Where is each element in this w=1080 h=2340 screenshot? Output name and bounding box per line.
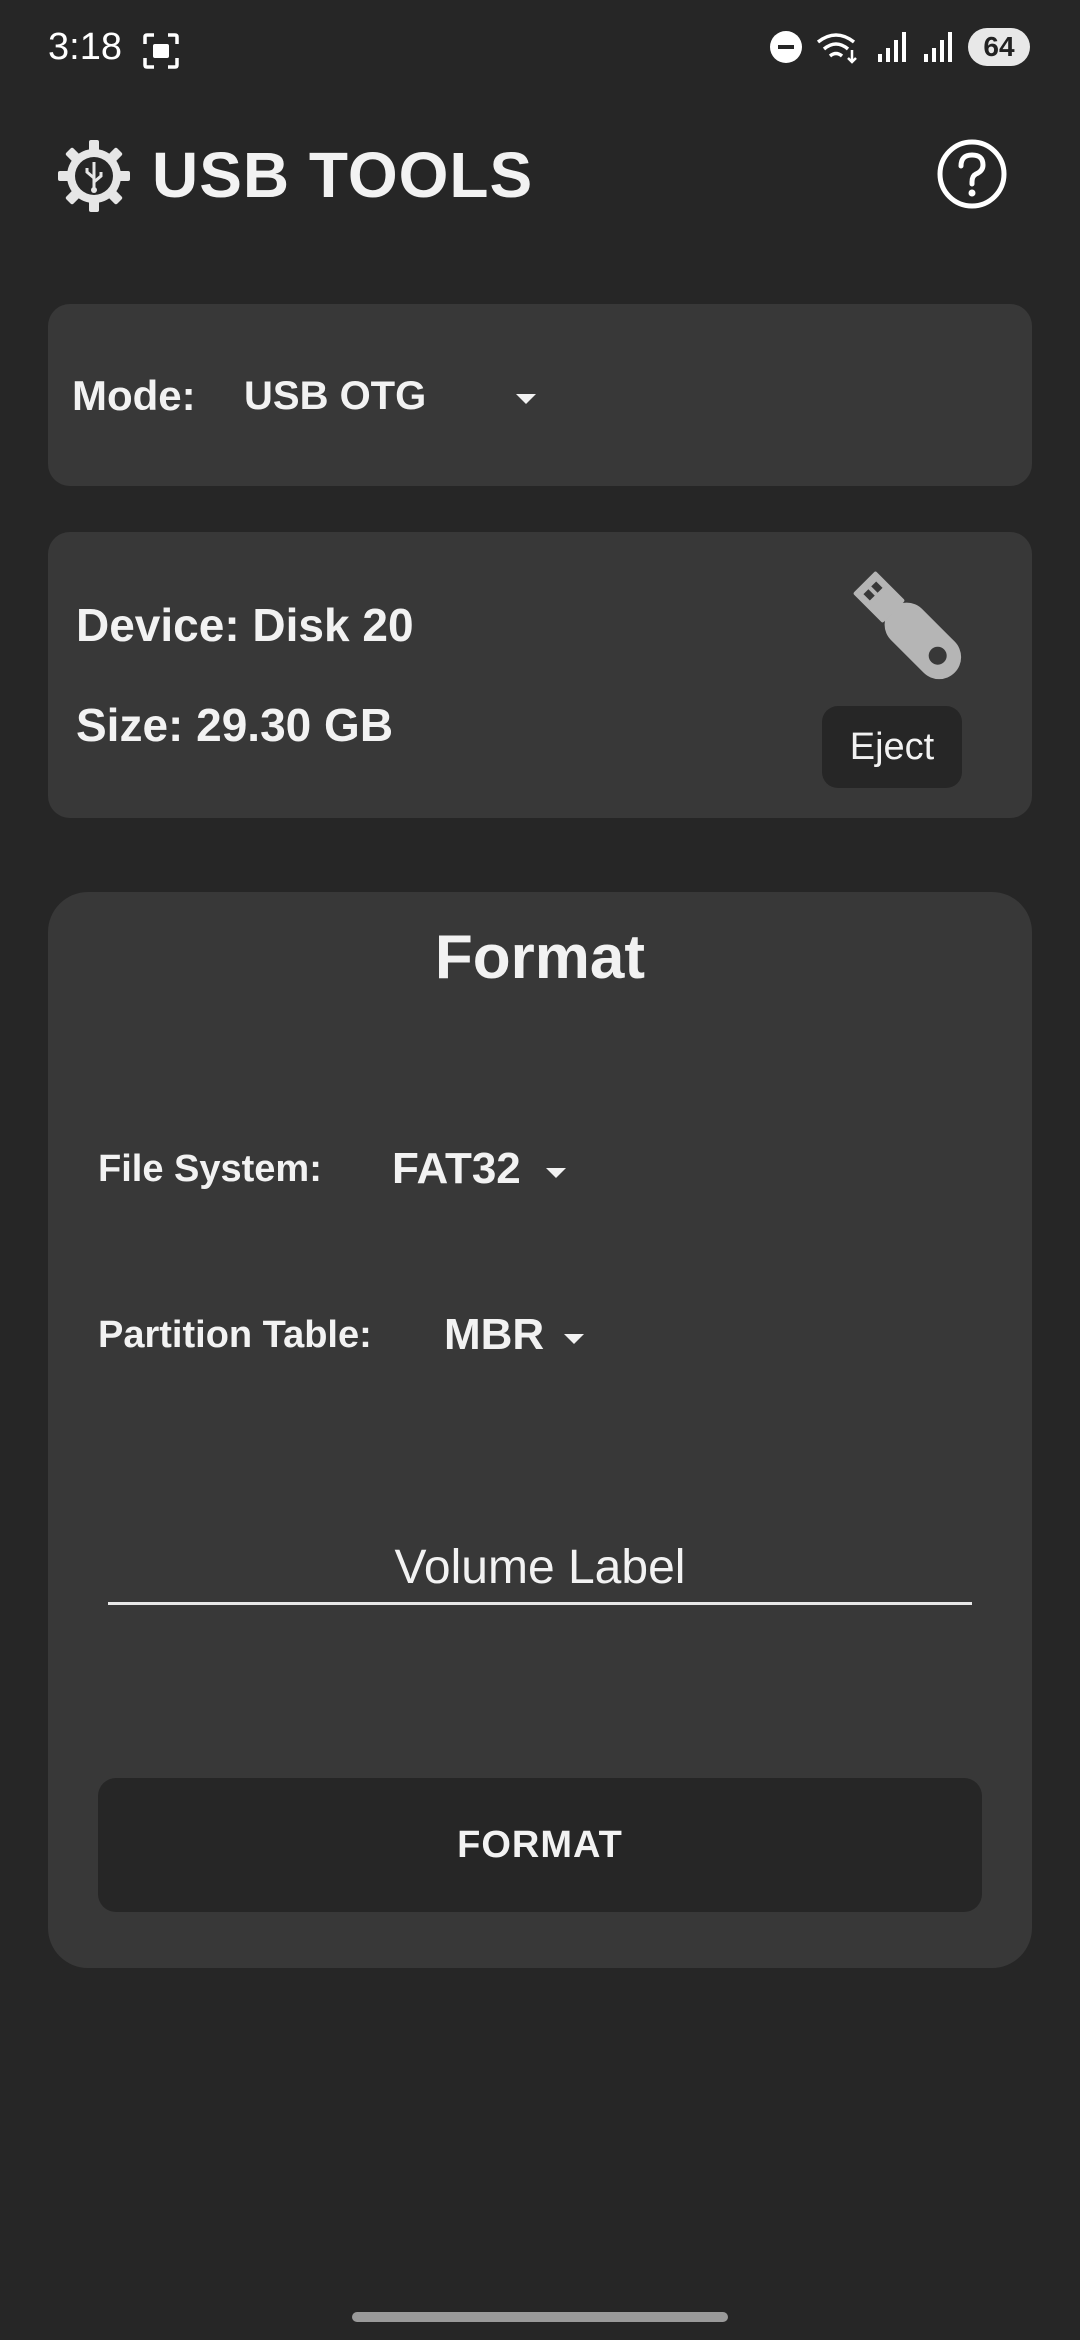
- eject-button[interactable]: Eject: [822, 706, 962, 788]
- do-not-disturb-icon: [770, 31, 802, 63]
- partition-table-label: Partition Table:: [98, 1314, 372, 1356]
- status-bar: 3:18 64: [0, 0, 1080, 100]
- file-system-label: File System:: [98, 1148, 322, 1190]
- status-icons: 64: [770, 28, 1030, 66]
- format-button[interactable]: FORMAT: [98, 1778, 982, 1912]
- device-card: Device: Disk 20 Size: 29.30 GB Eject: [48, 532, 1032, 818]
- mode-label: Mode:: [72, 372, 196, 419]
- file-system-dropdown[interactable]: FAT32: [392, 1144, 521, 1194]
- home-indicator[interactable]: [352, 2312, 728, 2322]
- mode-dropdown[interactable]: USB OTG: [244, 374, 426, 419]
- wifi-icon: [816, 33, 857, 64]
- chevron-down-icon[interactable]: [546, 1168, 566, 1178]
- usb-drive-icon: [853, 571, 962, 680]
- signal-icon: [878, 32, 906, 62]
- format-title: Format: [434, 923, 646, 992]
- volume-label-input[interactable]: [108, 1532, 972, 1605]
- status-time: 3:18: [48, 26, 122, 68]
- device-size: Size: 29.30 GB: [76, 699, 394, 751]
- partition-table-dropdown[interactable]: MBR: [444, 1310, 544, 1360]
- usb-gear-icon: [58, 140, 130, 212]
- help-circle-icon[interactable]: [936, 138, 1008, 210]
- signal-icon: [924, 32, 952, 62]
- mode-card: Mode: USB OTG: [48, 304, 1032, 486]
- screenshot-icon: [143, 33, 179, 69]
- chevron-down-icon[interactable]: [516, 394, 536, 404]
- format-card: Format File System: FAT32 Partition Tabl…: [48, 892, 1032, 1968]
- chevron-down-icon[interactable]: [564, 1334, 584, 1344]
- app-title: USB TOOLS: [152, 139, 534, 211]
- device-name: Device: Disk 20: [76, 599, 414, 651]
- battery-icon: 64: [968, 28, 1030, 66]
- app-bar: USB TOOLS: [0, 120, 1080, 230]
